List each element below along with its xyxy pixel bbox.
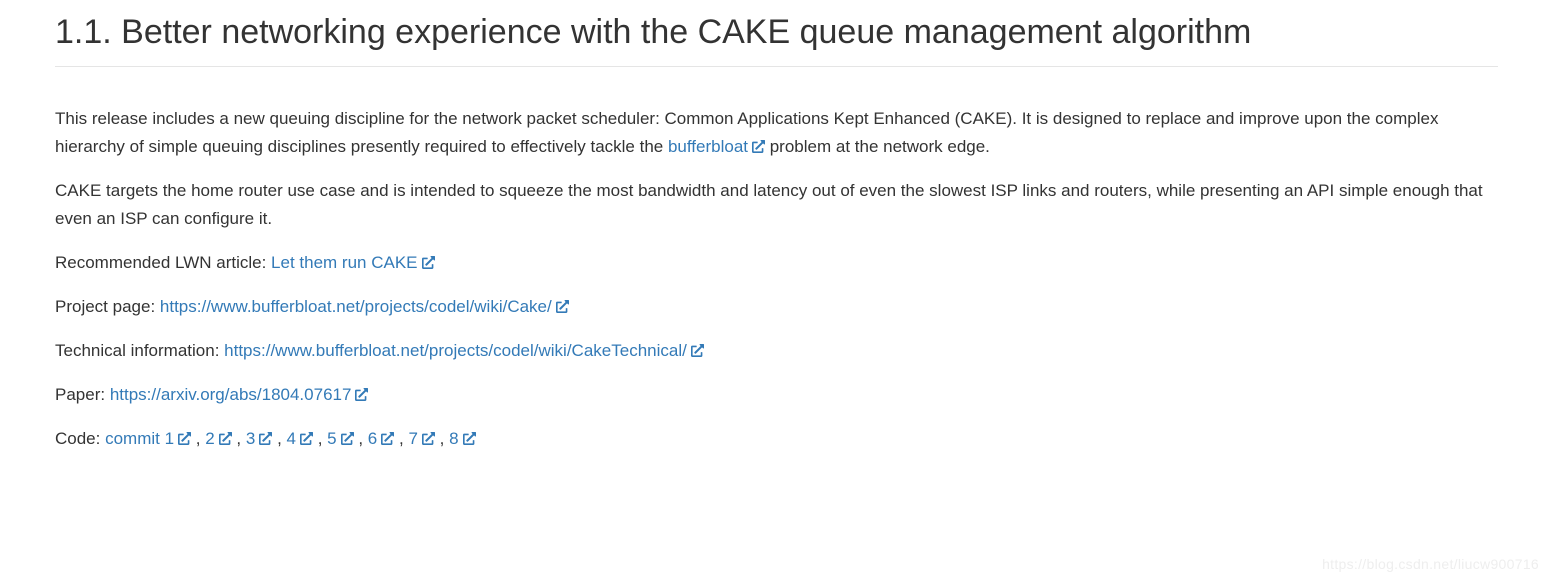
project-link[interactable]: https://www.bufferbloat.net/projects/cod… bbox=[160, 297, 569, 316]
commit-link[interactable]: 8 bbox=[449, 429, 475, 448]
code-line: Code: commit 1 , 2 , 3 , 4 , 5 , 6 , 7 ,… bbox=[55, 425, 1498, 453]
external-link-icon bbox=[463, 432, 476, 445]
commit-link[interactable]: 4 bbox=[287, 429, 313, 448]
external-link-icon bbox=[556, 300, 569, 313]
separator: , bbox=[191, 429, 205, 448]
technical-link[interactable]: https://www.bufferbloat.net/projects/cod… bbox=[224, 341, 704, 360]
commit-link[interactable]: 7 bbox=[408, 429, 434, 448]
paragraph-text: problem at the network edge. bbox=[765, 137, 990, 156]
external-link-icon bbox=[752, 140, 765, 153]
project-prefix: Project page: bbox=[55, 297, 160, 316]
separator: , bbox=[313, 429, 327, 448]
commit-link[interactable]: 5 bbox=[327, 429, 353, 448]
paper-link[interactable]: https://arxiv.org/abs/1804.07617 bbox=[110, 385, 369, 404]
separator: , bbox=[394, 429, 408, 448]
paper-line: Paper: https://arxiv.org/abs/1804.07617 bbox=[55, 381, 1498, 409]
external-link-icon bbox=[381, 432, 394, 445]
commit-link[interactable]: 3 bbox=[246, 429, 272, 448]
paper-prefix: Paper: bbox=[55, 385, 110, 404]
commit-link[interactable]: 6 bbox=[368, 429, 394, 448]
separator: , bbox=[354, 429, 368, 448]
code-prefix: Code: bbox=[55, 429, 105, 448]
external-link-icon bbox=[178, 432, 191, 445]
watermark: https://blog.csdn.net/liucw900716 bbox=[1322, 553, 1539, 575]
separator: , bbox=[232, 429, 246, 448]
external-link-icon bbox=[219, 432, 232, 445]
lwn-prefix: Recommended LWN article: bbox=[55, 253, 271, 272]
technical-line: Technical information: https://www.buffe… bbox=[55, 337, 1498, 365]
external-link-icon bbox=[341, 432, 354, 445]
paragraph-usecase: CAKE targets the home router use case an… bbox=[55, 177, 1498, 233]
external-link-icon bbox=[300, 432, 313, 445]
external-link-icon bbox=[422, 432, 435, 445]
lwn-link[interactable]: Let them run CAKE bbox=[271, 253, 434, 272]
project-line: Project page: https://www.bufferbloat.ne… bbox=[55, 293, 1498, 321]
external-link-icon bbox=[259, 432, 272, 445]
external-link-icon bbox=[355, 388, 368, 401]
paragraph-intro: This release includes a new queuing disc… bbox=[55, 105, 1498, 161]
technical-prefix: Technical information: bbox=[55, 341, 224, 360]
bufferbloat-link[interactable]: bufferbloat bbox=[668, 137, 765, 156]
separator: , bbox=[272, 429, 286, 448]
external-link-icon bbox=[691, 344, 704, 357]
section-heading: 1.1. Better networking experience with t… bbox=[55, 10, 1498, 67]
external-link-icon bbox=[422, 256, 435, 269]
lwn-line: Recommended LWN article: Let them run CA… bbox=[55, 249, 1498, 277]
separator: , bbox=[435, 429, 449, 448]
commit-link[interactable]: 2 bbox=[205, 429, 231, 448]
commit-link[interactable]: commit 1 bbox=[105, 429, 191, 448]
